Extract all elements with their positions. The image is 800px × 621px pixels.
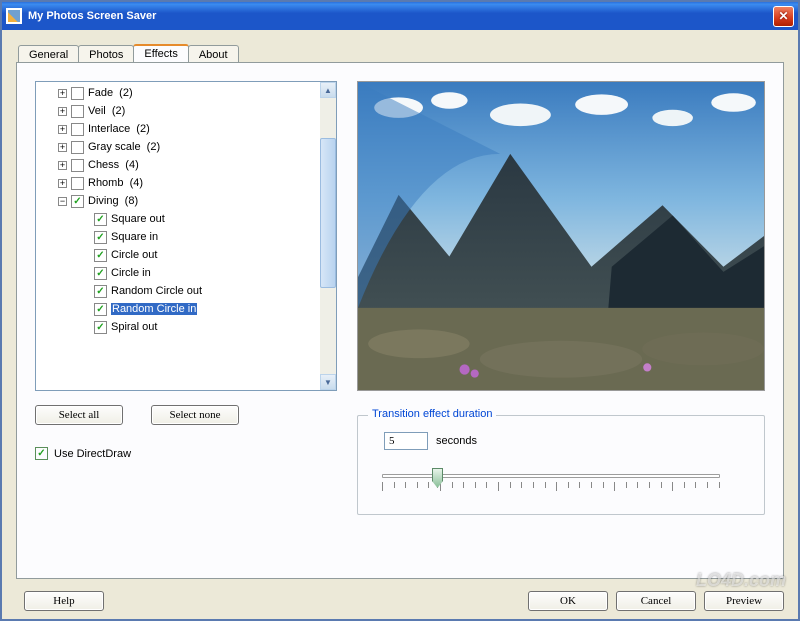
group-checkbox[interactable] — [71, 177, 84, 190]
item-label: Spiral out — [111, 321, 157, 333]
item-checkbox[interactable] — [94, 267, 107, 280]
group-checkbox[interactable] — [71, 105, 84, 118]
duration-group-title: Transition effect duration — [368, 408, 496, 420]
tab-panel-effects: + Fade (2) + Veil (2) + Interlace (2) + Gray sc… — [16, 62, 784, 579]
item-checkbox[interactable] — [94, 321, 107, 334]
group-label: Gray scale (2) — [88, 141, 160, 153]
close-button[interactable]: ✕ — [773, 6, 794, 27]
tab-strip: General Photos Effects About — [18, 40, 784, 62]
tree-group-chess[interactable]: + Chess (4) — [38, 156, 318, 174]
group-label: Interlace (2) — [88, 123, 150, 135]
item-label: Random Circle out — [111, 285, 202, 297]
tree-item-circle-in[interactable]: Circle in — [38, 264, 318, 282]
group-label: Rhomb (4) — [88, 177, 143, 189]
ok-button[interactable]: OK — [528, 591, 608, 611]
group-label: Diving (8) — [88, 195, 138, 207]
duration-value-row: seconds — [384, 432, 750, 450]
group-checkbox[interactable] — [71, 159, 84, 172]
slider-ticks — [382, 482, 720, 490]
expand-icon[interactable]: + — [58, 107, 67, 116]
title-bar: My Photos Screen Saver ✕ — [2, 2, 798, 30]
item-label: Square out — [111, 213, 165, 225]
item-label: Square in — [111, 231, 158, 243]
group-label: Chess (4) — [88, 159, 139, 171]
duration-group: Transition effect duration seconds — [357, 415, 765, 515]
tab-about[interactable]: About — [188, 45, 239, 63]
item-label: Random Circle in — [111, 303, 197, 315]
expand-icon[interactable]: + — [58, 161, 67, 170]
scroll-track[interactable] — [320, 98, 336, 374]
tree-group-veil[interactable]: + Veil (2) — [38, 102, 318, 120]
tree-item-random-circle-out[interactable]: Random Circle out — [38, 282, 318, 300]
tree-scrollbar[interactable]: ▲ ▼ — [320, 82, 336, 390]
tab-effects[interactable]: Effects — [133, 44, 188, 62]
help-button[interactable]: Help — [24, 591, 104, 611]
expand-icon[interactable]: + — [58, 179, 67, 188]
expand-icon[interactable]: + — [58, 125, 67, 134]
expand-icon[interactable]: − — [58, 197, 67, 206]
group-checkbox[interactable] — [71, 123, 84, 136]
effects-tree-list[interactable]: + Fade (2) + Veil (2) + Interlace (2) + Gray sc… — [36, 82, 320, 390]
tree-group-fade[interactable]: + Fade (2) — [38, 84, 318, 102]
effects-tree: + Fade (2) + Veil (2) + Interlace (2) + Gray sc… — [35, 81, 337, 391]
duration-unit-label: seconds — [436, 435, 477, 447]
select-all-button[interactable]: Select all — [35, 405, 123, 425]
tree-item-circle-out[interactable]: Circle out — [38, 246, 318, 264]
preview-image — [358, 82, 764, 390]
dialog-button-bar: Help OK Cancel Preview — [16, 579, 784, 611]
group-label: Veil (2) — [88, 105, 125, 117]
tree-group-diving[interactable]: − Diving (8) — [38, 192, 318, 210]
group-checkbox[interactable] — [71, 195, 84, 208]
item-checkbox[interactable] — [94, 249, 107, 262]
select-buttons-row: Select all Select none — [35, 405, 337, 425]
effect-preview — [357, 81, 765, 391]
tree-group-rhomb[interactable]: + Rhomb (4) — [38, 174, 318, 192]
app-icon — [6, 8, 22, 24]
item-checkbox[interactable] — [94, 303, 107, 316]
group-checkbox[interactable] — [71, 141, 84, 154]
duration-input[interactable] — [384, 432, 428, 450]
client-area: General Photos Effects About + Fade (2) + V… — [2, 30, 798, 619]
duration-slider[interactable] — [376, 468, 726, 496]
tree-group-interlace[interactable]: + Interlace (2) — [38, 120, 318, 138]
dialog-window: My Photos Screen Saver ✕ General Photos … — [0, 0, 800, 621]
tab-general[interactable]: General — [18, 45, 79, 63]
select-none-button[interactable]: Select none — [151, 405, 239, 425]
use-directdraw-checkbox[interactable] — [35, 447, 48, 460]
item-checkbox[interactable] — [94, 213, 107, 226]
directdraw-row: Use DirectDraw — [35, 447, 337, 460]
close-icon: ✕ — [778, 9, 788, 23]
item-checkbox[interactable] — [94, 285, 107, 298]
item-checkbox[interactable] — [94, 231, 107, 244]
effects-left-column: + Fade (2) + Veil (2) + Interlace (2) + Gray sc… — [35, 81, 337, 560]
tree-item-square-out[interactable]: Square out — [38, 210, 318, 228]
scroll-thumb[interactable] — [320, 138, 336, 288]
scroll-up-button[interactable]: ▲ — [320, 82, 336, 98]
cancel-button[interactable]: Cancel — [616, 591, 696, 611]
scroll-down-button[interactable]: ▼ — [320, 374, 336, 390]
item-label: Circle out — [111, 249, 157, 261]
tab-photos[interactable]: Photos — [78, 45, 134, 63]
tree-group-gray-scale[interactable]: + Gray scale (2) — [38, 138, 318, 156]
tree-item-spiral-out[interactable]: Spiral out — [38, 318, 318, 336]
effects-right-column: Transition effect duration seconds — [357, 81, 765, 560]
item-label: Circle in — [111, 267, 151, 279]
tree-item-square-in[interactable]: Square in — [38, 228, 318, 246]
window-title: My Photos Screen Saver — [28, 10, 773, 22]
tree-item-random-circle-in[interactable]: Random Circle in — [38, 300, 318, 318]
use-directdraw-label: Use DirectDraw — [54, 448, 131, 460]
group-checkbox[interactable] — [71, 87, 84, 100]
expand-icon[interactable]: + — [58, 89, 67, 98]
preview-button[interactable]: Preview — [704, 591, 784, 611]
expand-icon[interactable]: + — [58, 143, 67, 152]
group-label: Fade (2) — [88, 87, 133, 99]
